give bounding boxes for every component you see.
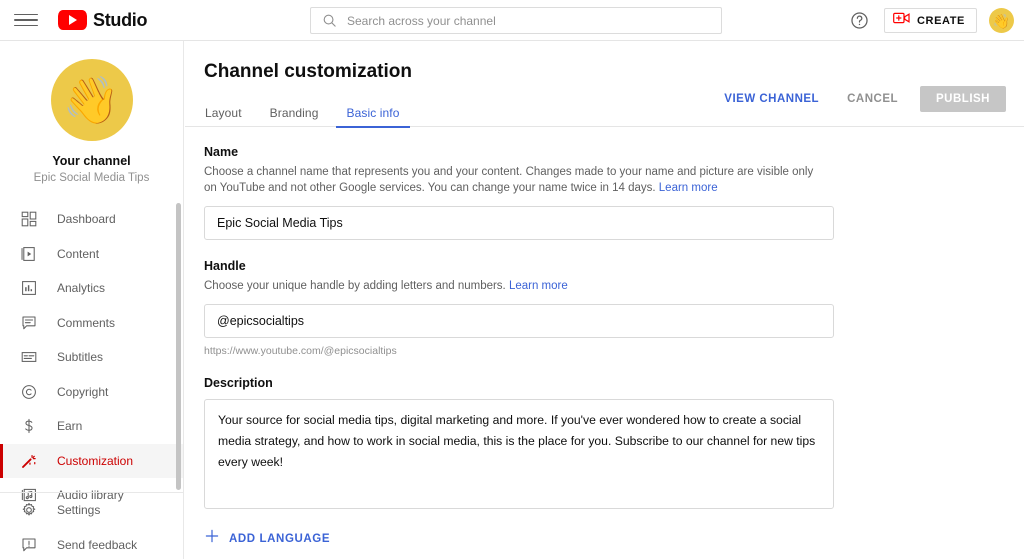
- tab-branding[interactable]: Branding: [260, 98, 329, 127]
- tab-label: Basic info: [346, 106, 399, 120]
- top-app-bar: Studio: [0, 0, 1024, 41]
- channel-name-value: Epic Social Media Tips: [217, 216, 343, 230]
- sidebar-item-label: Analytics: [57, 281, 105, 295]
- page-title: Channel customization: [204, 61, 1024, 83]
- account-avatar[interactable]: 👋: [989, 8, 1014, 33]
- hamburger-menu-icon[interactable]: [14, 8, 38, 32]
- subtitles-icon: [18, 346, 40, 368]
- search-input[interactable]: [347, 14, 687, 28]
- brand-label: Studio: [93, 10, 147, 31]
- account-avatar-emoji: 👋: [993, 14, 1010, 28]
- video-play-icon: [18, 243, 40, 265]
- sidebar-item-customization[interactable]: Customization: [0, 444, 183, 479]
- tab-layout[interactable]: Layout: [195, 98, 252, 127]
- sidebar-item-label: Comments: [57, 316, 115, 330]
- sidebar-item-subtitles[interactable]: Subtitles: [0, 340, 183, 375]
- add-language-button[interactable]: ADD LANGUAGE: [204, 528, 1024, 549]
- cancel-button[interactable]: CANCEL: [835, 86, 910, 112]
- name-section-description: Choose a channel name that represents yo…: [204, 164, 816, 196]
- tab-label: Layout: [205, 106, 242, 120]
- sidebar-item-label: Send feedback: [57, 538, 137, 552]
- channel-name-label: Epic Social Media Tips: [34, 172, 150, 184]
- dollar-sign-icon: [18, 415, 40, 437]
- sidebar-item-label: Earn: [57, 419, 82, 433]
- studio-brand-logo[interactable]: Studio: [58, 10, 147, 31]
- tab-basic-info[interactable]: Basic info: [336, 98, 409, 127]
- magic-wand-icon: [18, 450, 40, 472]
- sidebar-item-comments[interactable]: Comments: [0, 306, 183, 341]
- your-channel-label: Your channel: [52, 154, 130, 168]
- sidebar-item-label: Settings: [57, 503, 100, 517]
- page-actions: VIEW CHANNEL CANCEL PUBLISH: [714, 86, 1006, 112]
- plus-icon: [204, 528, 220, 549]
- sidebar-item-copyright[interactable]: Copyright: [0, 375, 183, 410]
- name-section: Name Choose a channel name that represen…: [204, 145, 1024, 240]
- copyright-icon: [18, 381, 40, 403]
- topbar-actions: CREATE 👋: [848, 0, 1014, 41]
- sidebar-item-send-feedback[interactable]: Send feedback: [0, 528, 184, 559]
- description-section-title: Description: [204, 376, 1024, 390]
- sidebar-nav-list: Dashboard Content Analyti: [0, 202, 183, 513]
- channel-name-input[interactable]: Epic Social Media Tips: [204, 206, 834, 240]
- name-description-text: Choose a channel name that represents yo…: [204, 166, 813, 194]
- channel-avatar[interactable]: 👋: [51, 59, 133, 141]
- handle-url-helper: https://www.youtube.com/@epicsocialtips: [204, 345, 1024, 357]
- dashboard-grid-icon: [18, 208, 40, 230]
- handle-value: @epicsocialtips: [217, 314, 304, 328]
- help-circle-icon[interactable]: [848, 9, 872, 33]
- handle-section-description: Choose your unique handle by adding lett…: [204, 278, 816, 294]
- description-section: Description Your source for social media…: [204, 376, 1024, 509]
- sidebar-item-label: Content: [57, 247, 99, 261]
- view-channel-button[interactable]: VIEW CHANNEL: [714, 86, 829, 112]
- basic-info-form: Name Choose a channel name that represen…: [185, 127, 1024, 549]
- gear-icon: [18, 499, 40, 521]
- sidebar: 👋 Your channel Epic Social Media Tips Da…: [0, 41, 184, 559]
- sidebar-item-dashboard[interactable]: Dashboard: [0, 202, 183, 237]
- name-learn-more-link[interactable]: Learn more: [659, 182, 718, 194]
- add-language-label: ADD LANGUAGE: [229, 533, 330, 545]
- bar-chart-icon: [18, 277, 40, 299]
- sidebar-bottom-nav: Settings Send feedback: [0, 493, 184, 559]
- create-button[interactable]: CREATE: [884, 8, 977, 33]
- channel-avatar-emoji: 👋: [63, 77, 120, 123]
- video-plus-icon: [893, 11, 910, 30]
- description-value: Your source for social media tips, digit…: [218, 410, 820, 473]
- publish-button[interactable]: PUBLISH: [920, 86, 1006, 112]
- sidebar-item-label: Customization: [57, 454, 133, 468]
- sidebar-item-earn[interactable]: Earn: [0, 409, 183, 444]
- sidebar-item-label: Copyright: [57, 385, 108, 399]
- tab-bar: Layout Branding Basic info VIEW CHANNEL …: [185, 98, 1024, 127]
- feedback-icon: [18, 534, 40, 556]
- sidebar-scrollbar[interactable]: [176, 203, 181, 490]
- description-textarea[interactable]: Your source for social media tips, digit…: [204, 399, 834, 509]
- handle-section-title: Handle: [204, 259, 1024, 273]
- youtube-logo-icon: [58, 10, 87, 30]
- search-icon: [322, 13, 337, 28]
- sidebar-item-settings[interactable]: Settings: [0, 493, 184, 528]
- handle-learn-more-link[interactable]: Learn more: [509, 280, 568, 292]
- sidebar-item-analytics[interactable]: Analytics: [0, 271, 183, 306]
- sidebar-item-content[interactable]: Content: [0, 237, 183, 272]
- tab-label: Branding: [270, 106, 319, 120]
- create-button-label: CREATE: [917, 15, 965, 27]
- sidebar-item-label: Subtitles: [57, 350, 103, 364]
- handle-description-text: Choose your unique handle by adding lett…: [204, 280, 509, 292]
- search-bar[interactable]: [310, 7, 722, 34]
- handle-input[interactable]: @epicsocialtips: [204, 304, 834, 338]
- channel-summary[interactable]: 👋 Your channel Epic Social Media Tips: [0, 41, 183, 196]
- sidebar-item-label: Dashboard: [57, 212, 116, 226]
- handle-section: Handle Choose your unique handle by addi…: [204, 259, 1024, 357]
- name-section-title: Name: [204, 145, 1024, 159]
- main-content: Channel customization Layout Branding Ba…: [185, 41, 1024, 559]
- comment-bubble-icon: [18, 312, 40, 334]
